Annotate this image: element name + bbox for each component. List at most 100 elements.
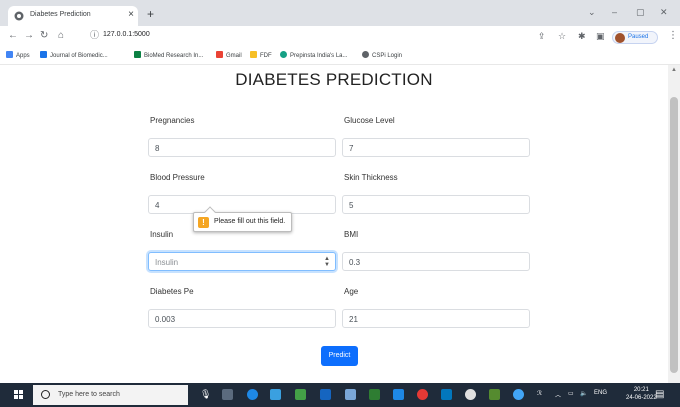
pregnancies-label: Pregnancies [150, 116, 195, 125]
diabetes-pedigree-label: Diabetes Pe [150, 287, 194, 296]
age-label: Age [344, 287, 359, 296]
tab-diabetes-prediction[interactable]: Diabetes Prediction × [8, 6, 138, 26]
avatar [615, 33, 625, 43]
bookmark-label: Journal of Biomedic... [50, 53, 108, 59]
taskbar-search-box[interactable]: Type here to search [33, 385, 188, 405]
scrollbar-thumb[interactable] [670, 97, 678, 373]
insulin-placeholder: Insulin [155, 258, 179, 267]
bookmark-label: Apps [16, 53, 30, 59]
address-bar[interactable]: 127.0.0.1:5000 [103, 31, 150, 38]
skin-thickness-label: Skin Thickness [344, 173, 398, 182]
cortana-icon [41, 390, 50, 399]
page-content: DIABETES PREDICTION [0, 65, 668, 383]
warning-icon: ! [198, 217, 209, 228]
tab-strip: Diabetes Prediction × + ⌄ – ▢ ✕ [0, 0, 680, 26]
glucose-level-input[interactable]: 7 [342, 138, 530, 157]
bookmark-favicon-icon [134, 51, 141, 58]
profile-status: Paused [628, 34, 649, 40]
bmi-label: BMI [344, 230, 359, 239]
microphone-icon[interactable]: 🎙 [200, 389, 211, 400]
taskbar-clock[interactable]: 20:21 24-06-2022 [626, 386, 657, 402]
skin-thickness-input[interactable]: 5 [342, 195, 530, 214]
scroll-up-icon[interactable]: ▲ [671, 67, 677, 73]
app-icon[interactable] [417, 389, 428, 400]
globe-icon [14, 11, 24, 21]
folder-icon [250, 51, 257, 58]
bookmark-biomed-research[interactable]: BioMed Research In... [134, 51, 203, 59]
volume-icon[interactable]: 🔈 [580, 390, 587, 397]
glucose-level-label: Glucose Level [344, 116, 395, 125]
clock-time: 20:21 [633, 387, 649, 393]
bookmark-label: Prepinsta India's La... [290, 53, 348, 59]
bmi-input[interactable]: 0.3 [342, 252, 530, 271]
tray-chevron-icon[interactable]: ︿ [555, 390, 561, 399]
bookmarks-bar: Apps Journal of Biomedic... BioMed Resea… [0, 48, 680, 65]
predict-button[interactable]: Predict [321, 346, 358, 366]
bookmark-apps[interactable]: Apps [6, 51, 30, 59]
validation-tooltip: ! Please fill out this field. [193, 206, 292, 232]
people-icon[interactable]: ℛ [537, 390, 542, 397]
home-button[interactable]: ⌂ [58, 30, 64, 42]
taskbar-search-placeholder: Type here to search [58, 391, 120, 398]
language-indicator[interactable]: ENG [594, 390, 607, 396]
page-title: DIABETES PREDICTION [235, 70, 433, 89]
minimize-button[interactable]: – [612, 6, 617, 18]
sidebar-icon[interactable]: ▣ [596, 31, 605, 42]
windows-taskbar: Type here to search 🎙 ℛ ︿ ▭ 🔈 ENG 20:21 … [0, 383, 680, 407]
bookmark-label: FDF [260, 53, 272, 59]
notification-icon[interactable]: ▤ [655, 389, 664, 401]
apps-grid-icon [6, 51, 13, 58]
pregnancies-input[interactable]: 8 [148, 138, 336, 157]
bookmark-cspi-login[interactable]: CSPi Login [362, 51, 402, 59]
bookmark-journal-of-biomedic[interactable]: Journal of Biomedic... [40, 51, 108, 59]
bookmark-favicon-icon [280, 51, 287, 58]
app-icon[interactable] [320, 389, 331, 400]
tab-title: Diabetes Prediction [30, 11, 91, 18]
chrome-icon[interactable] [465, 389, 476, 400]
globe-icon [362, 51, 369, 58]
bookmark-label: CSPi Login [372, 53, 403, 59]
app-icon[interactable] [513, 389, 524, 400]
screen: Diabetes Prediction × + ⌄ – ▢ ✕ ← → ↻ ⌂ … [0, 0, 680, 407]
page-scrollbar[interactable]: ▲ [668, 65, 680, 383]
bookmark-star-icon[interactable]: ☆ [558, 31, 566, 42]
reload-button[interactable]: ↻ [40, 30, 48, 42]
app-icon[interactable] [489, 389, 500, 400]
validation-message: Please fill out this field. [214, 218, 286, 225]
battery-icon[interactable]: ▭ [568, 390, 574, 397]
blood-pressure-label: Blood Pressure [150, 173, 205, 182]
app-icon[interactable] [345, 389, 356, 400]
site-info-icon[interactable]: ⓘ [90, 30, 99, 41]
close-window-button[interactable]: ✕ [660, 6, 668, 18]
stepper-icon[interactable]: ▲ ▼ [324, 256, 330, 268]
extensions-icon[interactable]: ✱ [578, 31, 586, 42]
app-icon[interactable] [441, 389, 452, 400]
browser-toolbar: ← → ↻ ⌂ ⓘ 127.0.0.1:5000 ⇪ ☆ ✱ ▣ [0, 26, 680, 48]
bookmark-favicon-icon [40, 51, 47, 58]
back-button[interactable]: ← [8, 30, 18, 42]
app-icon[interactable] [393, 389, 404, 400]
insulin-input[interactable]: Insulin ▲ ▼ [148, 252, 336, 271]
age-input[interactable]: 21 [342, 309, 530, 328]
bookmark-fdf[interactable]: FDF [250, 51, 272, 59]
forward-button[interactable]: → [24, 30, 34, 42]
app-icon[interactable] [369, 389, 380, 400]
profile-button[interactable]: Paused [612, 31, 658, 44]
bookmark-prepinsta[interactable]: Prepinsta India's La... [280, 51, 348, 59]
app-icon[interactable] [295, 389, 306, 400]
bookmark-gmail[interactable]: Gmail [216, 51, 242, 59]
new-tab-button[interactable]: + [147, 8, 154, 20]
task-view-icon[interactable] [222, 389, 233, 400]
tab-search-icon[interactable]: ⌄ [588, 6, 596, 18]
maximize-button[interactable]: ▢ [636, 6, 645, 18]
insulin-label: Insulin [150, 230, 174, 239]
share-icon[interactable]: ⇪ [538, 31, 546, 42]
store-icon[interactable] [270, 389, 281, 400]
menu-icon[interactable]: ⋮ [668, 30, 678, 42]
google-icon [216, 51, 223, 58]
diabetes-pedigree-input[interactable]: 0.003 [148, 309, 336, 328]
clock-date: 24-06-2022 [626, 395, 657, 401]
edge-icon[interactable] [247, 389, 258, 400]
windows-start-icon[interactable] [14, 390, 24, 400]
tab-close-icon[interactable]: × [128, 9, 134, 21]
